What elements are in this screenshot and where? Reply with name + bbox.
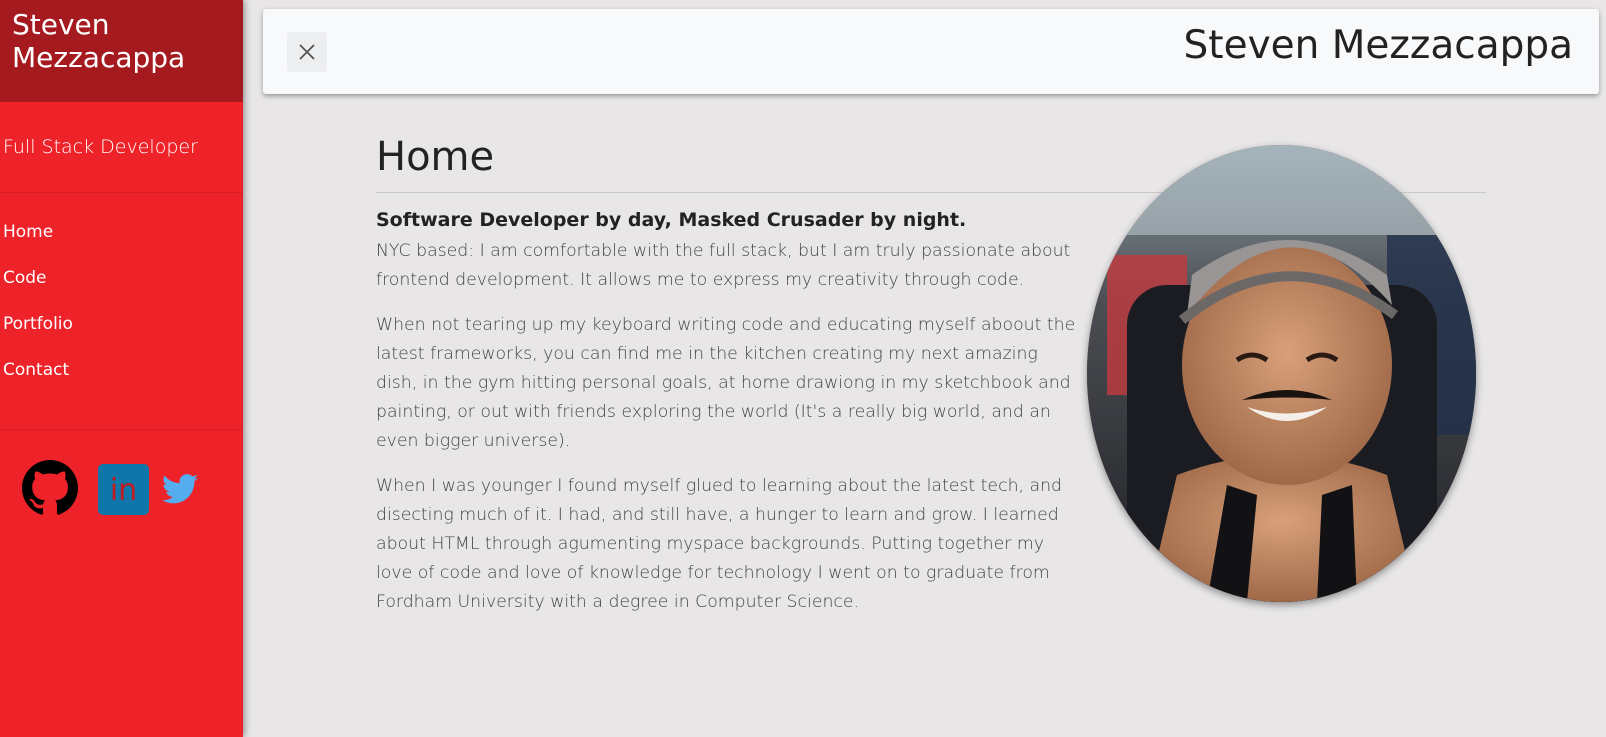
sidebar: Steven Mezzacappa Full Stack Developer H… xyxy=(0,0,243,737)
nav-item-home[interactable]: Home xyxy=(0,215,243,261)
about-text: Software Developer by day, Masked Crusad… xyxy=(376,209,1076,617)
profile-photo xyxy=(1087,145,1476,602)
navbar-title: Steven Mezzacappa xyxy=(1183,23,1573,68)
twitter-icon[interactable] xyxy=(162,474,198,504)
lead-text: Software Developer by day, Masked Crusad… xyxy=(376,209,967,231)
close-icon xyxy=(299,44,315,60)
close-button[interactable] xyxy=(287,32,327,72)
paragraph-2: When not tearing up my keyboard writing … xyxy=(376,315,1076,451)
linkedin-text: in xyxy=(110,473,137,508)
nav-item-contact[interactable]: Contact xyxy=(0,353,243,399)
paragraph-3: When I was younger I found myself glued … xyxy=(376,476,1063,612)
github-icon[interactable] xyxy=(22,460,78,516)
brand-name[interactable]: Steven Mezzacappa xyxy=(0,0,243,102)
nav-item-portfolio[interactable]: Portfolio xyxy=(0,307,243,353)
sidebar-nav: Home Code Portfolio Contact xyxy=(0,193,243,430)
top-navbar: Steven Mezzacappa xyxy=(263,9,1599,94)
profile-photo-image xyxy=(1087,145,1476,602)
social-links: in xyxy=(0,430,243,550)
paragraph-1: NYC based: I am comfortable with the ful… xyxy=(376,241,1071,290)
linkedin-icon[interactable]: in xyxy=(98,464,149,515)
nav-item-code[interactable]: Code xyxy=(0,261,243,307)
tagline: Full Stack Developer xyxy=(0,102,243,193)
